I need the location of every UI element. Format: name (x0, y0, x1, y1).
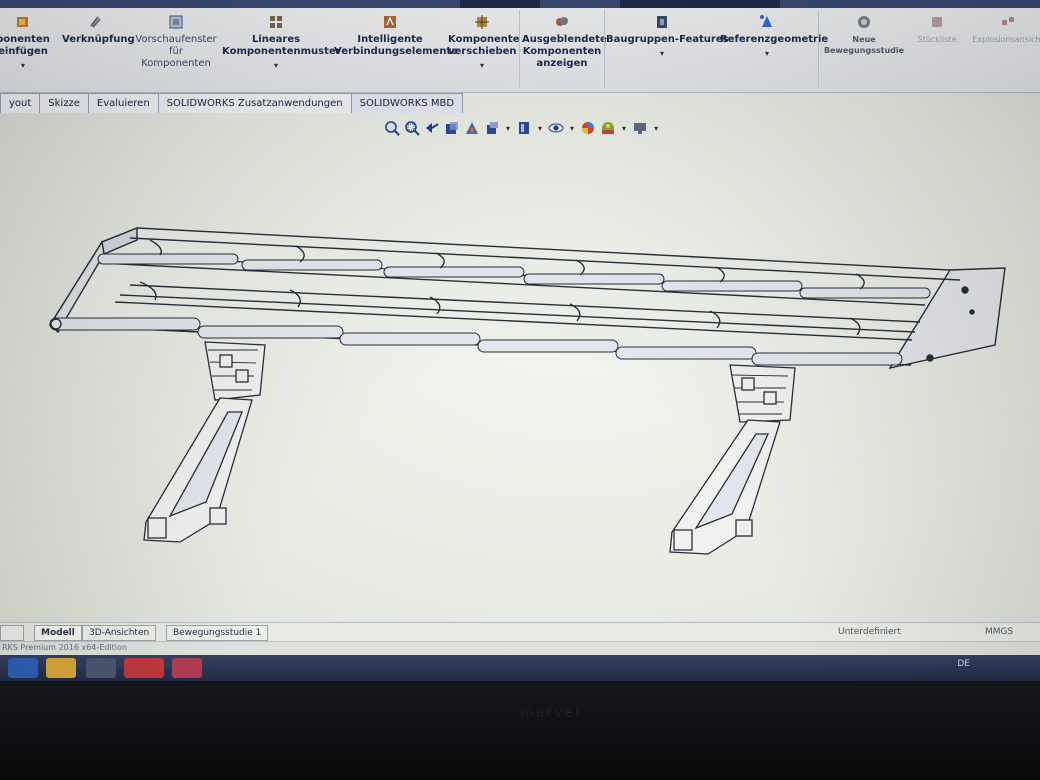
windows-taskbar: DE (0, 655, 1040, 681)
edition-label: RKS Premium 2016 x64-Edition (2, 643, 127, 652)
preview-window-icon (169, 15, 183, 29)
apply-scene-icon[interactable] (600, 120, 616, 136)
mate-icon (90, 16, 101, 28)
tab-evaluate[interactable]: Evaluieren (87, 93, 159, 113)
smart-fasteners-label: Intelligente Verbindungselemente (334, 34, 458, 57)
previous-view-icon[interactable] (424, 120, 440, 136)
tab-mbd[interactable]: SOLIDWORKS MBD (350, 93, 464, 113)
insert-components-button[interactable]: ponenten einfügen ▾ (0, 14, 54, 72)
tab-addins[interactable]: SOLIDWORKS Zusatzanwendungen (157, 93, 352, 113)
move-component-button[interactable]: Komponente verschieben ▾ (448, 14, 520, 72)
assembly-features-icon (657, 16, 667, 28)
right-stand-mount (729, 364, 796, 423)
media-taskbar-icon[interactable] (86, 658, 116, 678)
heads-up-view-toolbar: ▾ ▾ ▾ ▾ ▾ (384, 118, 660, 138)
motion-study-icon (858, 16, 870, 28)
show-hidden-icon (556, 17, 568, 26)
endplate-bolt-2 (926, 354, 934, 362)
right-foot-bracket (673, 529, 693, 551)
tab-3d-views[interactable]: 3D-Ansichten (82, 625, 157, 641)
zoom-to-fit-icon[interactable] (384, 120, 400, 136)
solidworks-taskbar-icon[interactable] (124, 658, 164, 678)
show-hidden-label: Ausgeblendete Komponenten anzeigen (522, 34, 607, 69)
left-foot-bracket-2 (209, 507, 227, 525)
window-top-strip (0, 0, 1040, 8)
linear-pattern-icon (270, 16, 282, 28)
rear-wing-assembly (48, 226, 1006, 370)
right-mount-bolt-b (763, 391, 777, 405)
move-component-icon (475, 15, 489, 29)
definition-status: Unterdefiniert (838, 627, 901, 637)
left-mount-bolt-a (219, 354, 233, 368)
zoom-to-area-icon[interactable] (404, 120, 420, 136)
assembly-features-label: Baugruppen-Features (606, 34, 729, 45)
right-mount-bolt-a (741, 377, 755, 391)
monitor-screen: ponenten einfügen ▾ Verknüpfung Vorschau… (0, 0, 1040, 690)
tab-sketch[interactable]: Skizze (39, 93, 89, 113)
smart-fasteners-icon (384, 16, 396, 28)
monitor-brand: marvel (520, 705, 581, 721)
tab-layout[interactable]: yout (0, 93, 41, 113)
motion-study-label: Neue Bewegungsstudie (823, 35, 905, 55)
app-taskbar-icon[interactable] (172, 658, 202, 678)
left-wing-stand (143, 341, 266, 543)
exploded-view-icon (1002, 17, 1014, 25)
tab-motion-study-1[interactable]: Bewegungsstudie 1 (166, 625, 269, 641)
preview-window-button[interactable]: Vorschaufenster für Komponenten (134, 14, 218, 70)
mate-label: Verknüpfung (62, 34, 135, 45)
monitor-bezel: marvel (0, 681, 1040, 780)
explorer-taskbar-icon[interactable] (46, 658, 76, 678)
exploded-view-button[interactable]: Explosionsansicht (968, 14, 1040, 46)
linear-pattern-button[interactable]: Lineares Komponentenmuster ▾ (222, 14, 341, 72)
exploded-view-label: Explosionsansicht (972, 35, 1040, 44)
left-tip (50, 318, 62, 330)
view-settings-icon[interactable] (632, 120, 648, 136)
move-component-label: Komponente verschieben (448, 34, 520, 57)
reference-geometry-label: Referenzgeometrie (720, 34, 829, 45)
ie-taskbar-icon[interactable] (8, 658, 38, 678)
insert-components-icon (17, 17, 28, 27)
mate-button[interactable]: Verknüpfung (62, 14, 135, 46)
smart-fasteners-button[interactable]: Intelligente Verbindungselemente (334, 14, 458, 58)
left-foot-bracket (147, 517, 167, 539)
assembly-graphics-area[interactable] (20, 150, 1020, 590)
show-hidden-components-button[interactable]: Ausgeblendete Komponenten anzeigen (522, 14, 607, 70)
endplate-bolt-1 (961, 286, 969, 294)
command-manager-tabs: yout Skizze Evaluieren SOLIDWORKS Zusatz… (0, 93, 464, 113)
tab-scroll-buttons[interactable] (0, 625, 24, 641)
left-mount-bolt-b (235, 369, 249, 383)
bottom-tab-bar: Modell 3D-Ansichten Bewegungsstudie 1 Un… (0, 622, 1040, 641)
unit-system[interactable]: MMGS (985, 627, 1013, 637)
left-stand-mount (204, 341, 266, 401)
edit-appearance-icon[interactable] (580, 120, 596, 136)
reference-geometry-button[interactable]: Referenzgeometrie ▾ (720, 14, 828, 60)
right-foot-bracket-2 (735, 519, 753, 537)
hide-show-items-icon[interactable] (548, 120, 564, 136)
bom-label: Stückliste (917, 35, 957, 44)
bom-button[interactable]: Stückliste (910, 14, 964, 46)
tab-model[interactable]: Modell (34, 625, 82, 641)
new-motion-study-button[interactable]: Neue Bewegungsstudie (818, 14, 910, 56)
status-bar: RKS Premium 2016 x64-Edition (0, 641, 1040, 656)
view-orientation-icon[interactable] (484, 120, 500, 136)
assembly-features-button[interactable]: Baugruppen-Features ▾ (606, 14, 729, 60)
reference-geometry-icon (760, 15, 772, 27)
section-view-icon[interactable] (444, 120, 460, 136)
display-style-icon[interactable] (516, 120, 532, 136)
dynamic-annotation-icon[interactable] (464, 120, 480, 136)
language-indicator[interactable]: DE (957, 659, 970, 669)
linear-pattern-label: Lineares Komponentenmuster (222, 34, 341, 57)
endplate-bolt-3 (969, 309, 975, 315)
right-wing-stand (669, 364, 796, 555)
bom-icon (932, 17, 942, 27)
preview-window-label: Vorschaufenster für Komponenten (135, 34, 217, 69)
command-manager-ribbon: ponenten einfügen ▾ Verknüpfung Vorschau… (0, 0, 1040, 93)
insert-components-label: ponenten einfügen (0, 34, 50, 57)
